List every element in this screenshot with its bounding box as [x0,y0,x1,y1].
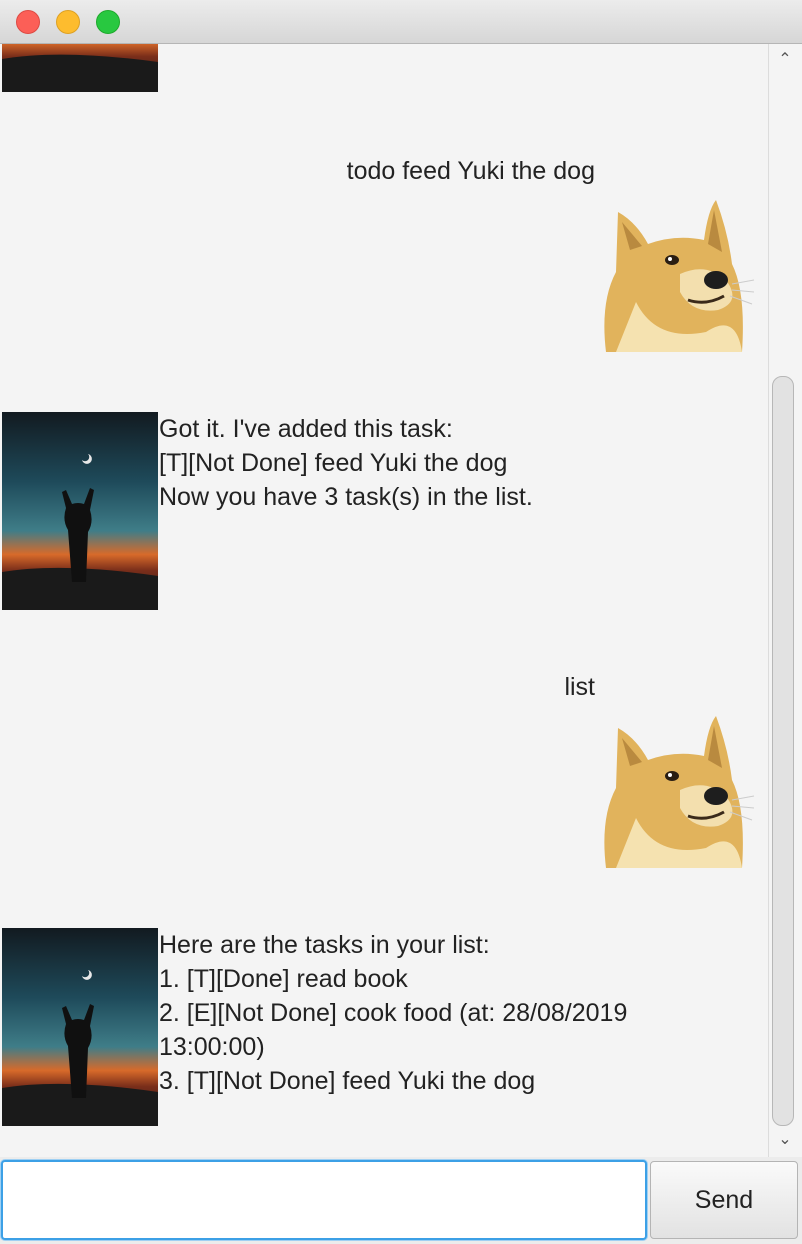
app-window: todo feed Yuki the dog Got it. I've adde… [0,0,802,1244]
bot-avatar-image [2,44,158,92]
user-avatar-image [604,716,755,868]
chevron-down-icon[interactable]: ⌄ [777,1132,793,1148]
user-input-field[interactable] [1,1160,647,1240]
bot-message-text: Got it. I've added this task: [T][Not Do… [159,415,533,511]
chevron-up-icon[interactable]: ⌃ [777,52,793,68]
send-button[interactable]: Send [650,1161,798,1239]
scrollbar-thumb[interactable] [772,376,794,1126]
user-message-text: list [564,673,595,701]
user-avatar-image [604,200,755,352]
vertical-scrollbar[interactable]: ⌃ ⌄ [768,44,800,1157]
bot-avatar-image [2,928,158,1126]
bot-message-text: Here are the tasks in your list: 1. [T][… [159,931,628,1095]
title-bar [0,0,802,44]
chat-dialog-container[interactable]: todo feed Yuki the dog Got it. I've adde… [0,44,768,1157]
bot-avatar-image [2,412,158,610]
input-bar: Send [0,1157,802,1244]
close-window-button[interactable] [16,10,40,34]
minimize-window-button[interactable] [56,10,80,34]
user-message-text: todo feed Yuki the dog [346,157,595,185]
maximize-window-button[interactable] [96,10,120,34]
